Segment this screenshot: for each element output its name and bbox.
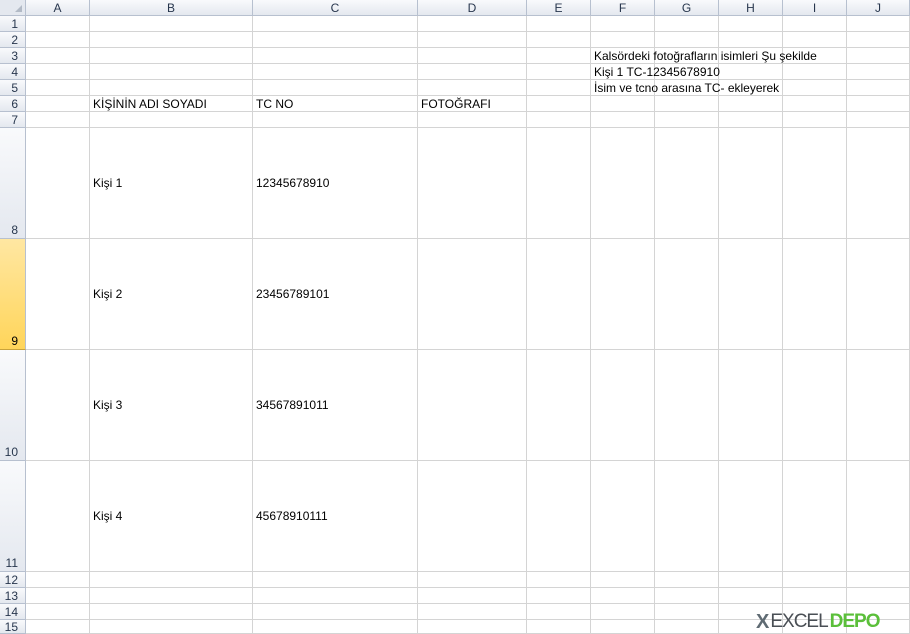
column-header-e[interactable]: E	[527, 0, 591, 16]
col-gridline	[654, 16, 655, 634]
row-header-3[interactable]: 3	[0, 48, 26, 64]
col-gridline	[782, 16, 783, 634]
logo-word-depo: DEPO	[829, 611, 881, 632]
cell-c9-tc[interactable]: 23456789101	[253, 287, 329, 302]
select-all-triangle-icon	[15, 5, 22, 12]
row-gridline	[26, 587, 910, 588]
row-gridline	[26, 238, 910, 239]
row-header-12[interactable]: 12	[0, 572, 26, 588]
cell-c11-tc[interactable]: 45678910111	[253, 509, 328, 524]
row-gridline	[26, 127, 910, 128]
cell-c6-header-tc[interactable]: TC NO	[253, 97, 293, 112]
column-header-g[interactable]: G	[655, 0, 719, 16]
row-header-2[interactable]: 2	[0, 32, 26, 48]
row-gridline	[26, 603, 910, 604]
select-all-corner[interactable]	[0, 0, 26, 16]
cell-c8-tc[interactable]: 12345678910	[253, 176, 329, 191]
logo-word-excel: EXCEL	[770, 611, 828, 632]
row-header-4[interactable]: 4	[0, 64, 26, 80]
row-gridline	[26, 349, 910, 350]
cell-d6-header-photo[interactable]: FOTOĞRAFI	[418, 97, 491, 112]
row-header-1[interactable]: 1	[0, 16, 26, 32]
row-header-15[interactable]: 15	[0, 620, 26, 634]
col-gridline	[526, 16, 527, 634]
spreadsheet-grid[interactable]: A B C D E F G H I J 1 2 3 4 5 6 7 8 9 10 11 12 13 14 15 Kalsördek…	[0, 0, 910, 634]
row-gridline	[26, 460, 910, 461]
col-gridline	[590, 16, 591, 634]
column-header-b[interactable]: B	[90, 0, 253, 16]
row-gridline	[26, 79, 910, 80]
col-gridline	[846, 16, 847, 634]
row-header-8[interactable]: 8	[0, 128, 26, 239]
cell-f5[interactable]: İsim ve tcno arasına TC- ekleyerek	[591, 81, 779, 96]
cell-c10-tc[interactable]: 34567891011	[253, 398, 329, 413]
column-header-d[interactable]: D	[418, 0, 527, 16]
cell-b6-header-name[interactable]: KİŞİNİN ADI SOYADI	[90, 97, 207, 112]
cell-b10-name[interactable]: Kişi 3	[90, 398, 122, 413]
excel-depo-logo: X EXCEL DEPO	[756, 610, 910, 634]
row-gridline	[26, 31, 910, 32]
cell-f4[interactable]: Kişi 1 TC-12345678910	[591, 65, 720, 80]
row-header-11[interactable]: 11	[0, 461, 26, 572]
cell-b8-name[interactable]: Kişi 1	[90, 176, 122, 191]
column-header-i[interactable]: I	[783, 0, 847, 16]
column-header-h[interactable]: H	[719, 0, 783, 16]
column-header-a[interactable]: A	[26, 0, 90, 16]
column-header-c[interactable]: C	[253, 0, 418, 16]
row-header-7[interactable]: 7	[0, 112, 26, 128]
column-header-j[interactable]: J	[847, 0, 910, 16]
cell-b9-name[interactable]: Kişi 2	[90, 287, 122, 302]
row-header-9[interactable]: 9	[0, 239, 26, 350]
row-header-13[interactable]: 13	[0, 588, 26, 604]
col-gridline	[718, 16, 719, 634]
row-header-6[interactable]: 6	[0, 96, 26, 112]
column-header-f[interactable]: F	[591, 0, 655, 16]
cell-b11-name[interactable]: Kişi 4	[90, 509, 122, 524]
row-gridline	[26, 47, 910, 48]
row-header-14[interactable]: 14	[0, 604, 26, 620]
cell-f3[interactable]: Kalsördeki fotoğrafların isimleri Şu şek…	[591, 49, 817, 64]
row-header-10[interactable]: 10	[0, 350, 26, 461]
row-header-5[interactable]: 5	[0, 80, 26, 96]
row-gridline	[26, 571, 910, 572]
logo-x-icon: X	[756, 611, 770, 633]
